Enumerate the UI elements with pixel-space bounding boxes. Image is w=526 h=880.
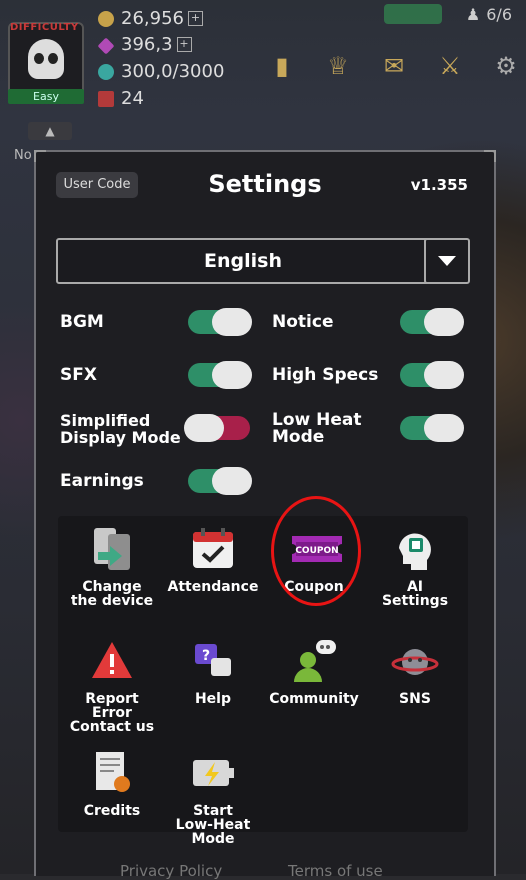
mana-value: 300,0/3000 <box>121 61 225 82</box>
top-menu: ▮ ♕ ✉ ⚔ ⚙ <box>262 48 526 84</box>
community-icon <box>290 638 338 684</box>
calendar-icon <box>189 526 237 572</box>
community-button[interactable]: Community <box>264 638 364 706</box>
report-error-button[interactable]: Report Error Contact us <box>62 638 162 734</box>
toggle-knob <box>212 308 252 336</box>
settings-panel: User Code Settings v1.355 English BGM SF… <box>34 150 496 880</box>
attendance-button[interactable]: Attendance <box>163 526 263 594</box>
person-icon: ♟ <box>465 5 481 24</box>
change-device-label: Change the device <box>70 579 154 609</box>
coin-icon <box>98 10 114 27</box>
mana-counter: 300,0/3000 <box>98 61 224 82</box>
toggle-knob <box>212 361 252 389</box>
toggle-knob <box>184 414 224 442</box>
mail-icon[interactable]: ✉ <box>374 48 414 84</box>
skull-icon <box>28 39 64 79</box>
ai-head-icon <box>391 526 439 572</box>
high-specs-toggle[interactable] <box>400 361 464 389</box>
action-grid: Change the device Attendance COUPON Coup… <box>58 516 468 846</box>
collapse-button[interactable]: ▲ <box>28 122 72 140</box>
ticket-icon <box>98 90 114 107</box>
notice-tab-label: No <box>14 148 32 163</box>
capacity-counter: ♟ 6/6 <box>466 5 512 24</box>
gold-value: 26,956 <box>121 8 184 29</box>
help-label: Help <box>194 691 232 707</box>
book-icon[interactable]: ▮ <box>262 48 302 84</box>
gem-icon <box>97 37 115 54</box>
sfx-toggle[interactable] <box>188 361 252 389</box>
difficulty-badge: Easy <box>8 89 84 104</box>
start-low-heat-button[interactable]: Start Low-Heat Mode <box>163 750 263 846</box>
warning-icon <box>88 638 136 684</box>
add-gold-button[interactable]: + <box>187 11 203 26</box>
attendance-label: Attendance <box>167 579 259 595</box>
difficulty-avatar[interactable] <box>8 22 84 96</box>
language-select[interactable]: English <box>56 238 430 284</box>
start-low-heat-label: Start Low-Heat Mode <box>175 803 251 847</box>
notice-label: Notice <box>272 312 334 332</box>
svg-text:?: ? <box>202 648 210 664</box>
simplified-display-label: Simplified Display Mode <box>60 411 181 447</box>
low-heat-label: Low Heat Mode <box>272 410 362 447</box>
difficulty-label: DIFFICULTY <box>10 22 79 33</box>
gem-value: 396,3 <box>121 34 173 55</box>
help-chat-icon: ? <box>189 638 237 684</box>
sns-button[interactable]: SNS <box>365 638 465 706</box>
earnings-label: Earnings <box>60 471 144 491</box>
gear-icon[interactable]: ⚙ <box>486 48 526 84</box>
planet-icon <box>391 638 439 684</box>
battery-bolt-icon <box>189 750 237 796</box>
top-hud: DIFFICULTY Easy 26,956 + 396,3 + 300,0/3… <box>0 0 526 163</box>
toggle-knob <box>424 414 464 442</box>
gem-counter: 396,3 + <box>97 34 192 55</box>
bgm-toggle[interactable] <box>188 308 252 336</box>
terms-of-use-link[interactable]: Terms of use <box>288 862 383 880</box>
ai-settings-button[interactable]: AI Settings <box>365 526 465 608</box>
earnings-toggle[interactable] <box>188 467 252 495</box>
add-gems-button[interactable]: + <box>176 37 192 52</box>
community-label: Community <box>269 691 359 707</box>
simplified-display-toggle[interactable] <box>184 414 250 442</box>
high-specs-label: High Specs <box>272 365 379 385</box>
chevron-down-icon[interactable] <box>424 238 470 284</box>
toggle-knob <box>212 467 252 495</box>
panel-corner <box>484 150 496 162</box>
gold-counter: 26,956 + <box>98 8 203 29</box>
panel-corner <box>34 150 46 162</box>
crossed-swords-icon[interactable]: ⚔ <box>430 48 470 84</box>
notice-toggle[interactable] <box>400 308 464 336</box>
highlight-circle <box>271 496 361 606</box>
certificate-icon <box>88 750 136 796</box>
privacy-policy-link[interactable]: Privacy Policy <box>120 862 222 880</box>
toggle-knob <box>424 361 464 389</box>
credits-label: Credits <box>83 803 141 819</box>
change-device-button[interactable]: Change the device <box>62 526 162 608</box>
ai-settings-label: AI Settings <box>381 579 449 609</box>
report-error-label: Report Error Contact us <box>69 691 155 735</box>
capacity-value: 6/6 <box>486 5 512 24</box>
bgm-label: BGM <box>60 312 104 332</box>
ticket-counter: 24 <box>98 88 144 109</box>
trophy-icon[interactable]: ♕ <box>318 48 358 84</box>
version-label: v1.355 <box>410 176 468 194</box>
ticket-value: 24 <box>121 88 144 109</box>
gift-bar[interactable] <box>384 4 442 24</box>
sfx-label: SFX <box>60 365 97 385</box>
low-heat-toggle[interactable] <box>400 414 464 442</box>
toggle-knob <box>424 308 464 336</box>
credits-button[interactable]: Credits <box>62 750 162 818</box>
phone-transfer-icon <box>88 526 136 572</box>
help-button[interactable]: ? Help <box>163 638 263 706</box>
sns-label: SNS <box>399 691 431 707</box>
mana-drop-icon <box>98 63 114 80</box>
